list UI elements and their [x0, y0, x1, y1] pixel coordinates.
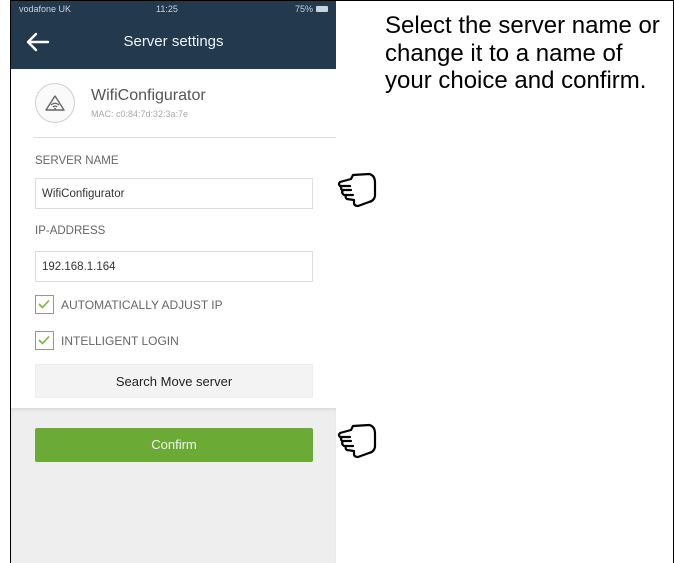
checkmark-icon	[38, 299, 50, 309]
server-name-label: SERVER NAME	[35, 155, 119, 167]
page-title: Server settings	[123, 33, 224, 50]
wifi-icon	[44, 94, 65, 111]
instruction-text: Select the server name or change it to a…	[385, 12, 660, 94]
battery-icon	[316, 6, 328, 12]
battery-label: 75%	[294, 4, 313, 14]
ip-address-field[interactable]: 192.168.1.164	[35, 251, 313, 282]
auto-adjust-ip-label: AUTOMATICALLY ADJUST IP	[61, 298, 223, 312]
pointing-hand-icon	[337, 423, 377, 459]
device-mac: MAC: c0:84:7d:32:3a:7e	[91, 109, 189, 119]
phone-screen: vodafone UK 11:25 75% Server settings Wi…	[11, 1, 336, 563]
pointing-hand-icon	[337, 172, 377, 208]
ip-address-label: IP-ADDRESS	[35, 225, 106, 237]
clock-label: 11:25	[156, 4, 178, 14]
carrier-label: vodafone UK	[19, 4, 72, 14]
auto-adjust-ip-checkbox[interactable]	[35, 295, 54, 314]
divider	[33, 137, 336, 138]
device-header: WifiConfigurator MAC: c0:84:7d:32:3a:7e	[11, 69, 336, 137]
confirm-button[interactable]: Confirm	[35, 428, 313, 462]
server-name-field[interactable]: WifiConfigurator	[35, 178, 313, 209]
device-avatar	[35, 83, 75, 123]
intelligent-login-checkbox[interactable]	[35, 331, 54, 350]
battery-indicator: 75%	[295, 4, 328, 14]
status-bar: vodafone UK 11:25 75%	[11, 1, 336, 19]
checkmark-icon	[38, 335, 50, 345]
intelligent-login-label: INTELLIGENT LOGIN	[61, 334, 179, 348]
search-move-server-button[interactable]: Search Move server	[35, 364, 313, 398]
nav-bar: Server settings	[11, 19, 336, 69]
device-name: WifiConfigurator	[91, 87, 206, 104]
